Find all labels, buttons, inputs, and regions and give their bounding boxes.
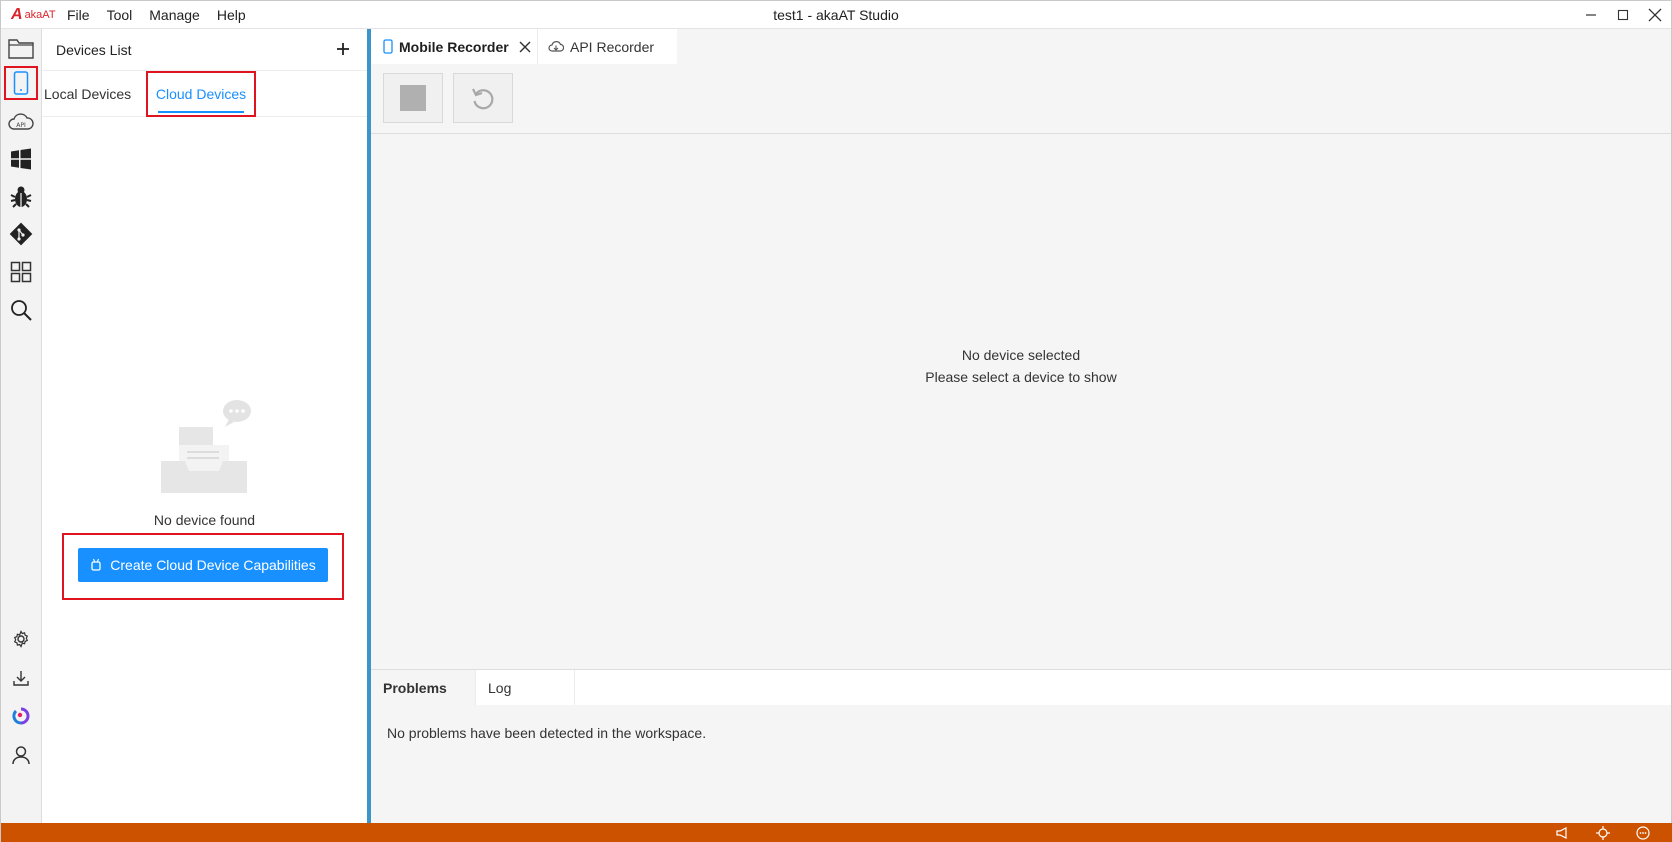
activity-search[interactable] — [4, 293, 38, 327]
tab-api-recorder[interactable]: API Recorder — [537, 29, 677, 64]
tab-problems[interactable]: Problems — [383, 670, 483, 705]
empty-inbox-icon — [161, 400, 251, 493]
user-icon — [12, 746, 30, 765]
plus-icon — [337, 43, 349, 55]
activity-debug[interactable] — [4, 180, 38, 214]
activity-mobile[interactable] — [4, 66, 38, 100]
activity-api[interactable]: API — [4, 105, 38, 139]
git-icon — [9, 222, 33, 246]
device-canvas-message: No device selected Please select a devic… — [371, 344, 1671, 388]
tab-log[interactable]: Log — [475, 670, 575, 705]
recorder-toolbar — [371, 64, 1671, 134]
notifications-button[interactable] — [1543, 823, 1583, 842]
mobile-phone-icon — [383, 39, 393, 54]
cloud-api-icon: API — [8, 113, 34, 130]
create-button-label: Create Cloud Device Capabilities — [110, 557, 316, 573]
activity-settings[interactable] — [4, 622, 38, 656]
window-controls — [1575, 1, 1671, 29]
grid-icon — [10, 261, 32, 283]
activity-bar: API — [1, 29, 42, 823]
menu-bar: File Tool Manage Help — [67, 1, 263, 29]
bug-icon — [10, 186, 32, 208]
minimize-button[interactable] — [1575, 1, 1607, 29]
brand-logo-icon — [12, 707, 30, 725]
stop-icon — [400, 85, 426, 111]
select-device-hint-text: Please select a device to show — [925, 369, 1117, 385]
activity-brand[interactable] — [4, 699, 38, 733]
locate-button[interactable] — [1583, 823, 1623, 842]
close-icon — [1648, 8, 1662, 22]
bottom-panel: Problems Log No problems have been detec… — [371, 669, 1671, 823]
activity-download[interactable] — [4, 661, 38, 695]
title-bar: A akaAT File Tool Manage Help test1 - ak… — [1, 1, 1671, 29]
app-logo: A akaAT — [11, 6, 56, 24]
menu-help[interactable]: Help — [217, 7, 246, 23]
feedback-button[interactable] — [1623, 823, 1663, 842]
close-icon — [519, 41, 531, 52]
activity-git[interactable] — [4, 217, 38, 251]
editor-area: Mobile Recorder API Recorder No device s… — [371, 29, 1671, 823]
tab-strip-empty — [677, 29, 1671, 64]
folder-icon — [8, 39, 34, 59]
logo-mark-icon: A — [11, 6, 23, 23]
minimize-icon — [1586, 14, 1596, 16]
tab-local-devices[interactable]: Local Devices — [44, 71, 131, 117]
android-icon — [90, 558, 102, 572]
menu-file[interactable]: File — [67, 7, 90, 23]
problems-message: No problems have been detected in the wo… — [387, 725, 707, 741]
bottom-tab-strip-empty — [575, 670, 1671, 705]
tab-api-recorder-label: API Recorder — [570, 38, 655, 55]
search-icon — [11, 300, 32, 321]
app-window: A akaAT File Tool Manage Help test1 - ak… — [0, 0, 1672, 842]
tab-cloud-devices[interactable]: Cloud Devices — [146, 71, 256, 117]
close-tab-button[interactable] — [519, 41, 531, 53]
tab-mobile-recorder[interactable]: Mobile Recorder — [371, 29, 537, 64]
refresh-icon — [472, 88, 494, 110]
stop-button[interactable] — [383, 73, 443, 123]
megaphone-icon — [1556, 827, 1567, 839]
panel-header: Devices List — [42, 29, 367, 71]
panel-title: Devices List — [56, 42, 132, 58]
add-device-button[interactable] — [331, 37, 355, 61]
svg-text:API: API — [16, 122, 26, 129]
tab-cloud-devices-label: Cloud Devices — [155, 86, 247, 102]
tab-mobile-recorder-label: Mobile Recorder — [399, 38, 509, 55]
close-window-button[interactable] — [1639, 1, 1671, 29]
refresh-button[interactable] — [453, 73, 513, 123]
editor-tabs: Mobile Recorder API Recorder — [371, 29, 1671, 64]
create-cloud-device-capabilities-button[interactable]: Create Cloud Device Capabilities — [78, 548, 328, 582]
empty-state-text: No device found — [153, 512, 256, 528]
logo-text: akaAT — [24, 9, 56, 21]
active-tab-indicator — [158, 111, 244, 113]
create-button-highlight: Create Cloud Device Capabilities — [62, 533, 344, 600]
status-bar — [1, 823, 1672, 842]
mobile-phone-icon — [13, 71, 29, 95]
menu-tool[interactable]: Tool — [107, 7, 133, 23]
maximize-button[interactable] — [1607, 1, 1639, 29]
activity-windows[interactable] — [4, 142, 38, 176]
download-icon — [13, 671, 29, 686]
windows-icon — [11, 148, 31, 170]
devices-panel: Devices List Local Devices Cloud Devices — [42, 29, 367, 823]
chat-bubble-icon — [1636, 826, 1650, 840]
gear-icon — [13, 630, 29, 648]
bottom-panel-tabs: Problems Log — [371, 670, 1671, 705]
activity-extensions[interactable] — [4, 255, 38, 289]
device-tabs: Local Devices Cloud Devices — [42, 71, 367, 117]
no-device-selected-text: No device selected — [961, 347, 1081, 363]
menu-manage[interactable]: Manage — [149, 7, 200, 23]
activity-explorer[interactable] — [4, 31, 38, 65]
cloud-api-icon — [548, 40, 564, 53]
maximize-icon — [1617, 9, 1629, 21]
crosshair-icon — [1596, 826, 1610, 840]
activity-account[interactable] — [4, 738, 38, 772]
status-bar-icons — [1543, 823, 1663, 842]
